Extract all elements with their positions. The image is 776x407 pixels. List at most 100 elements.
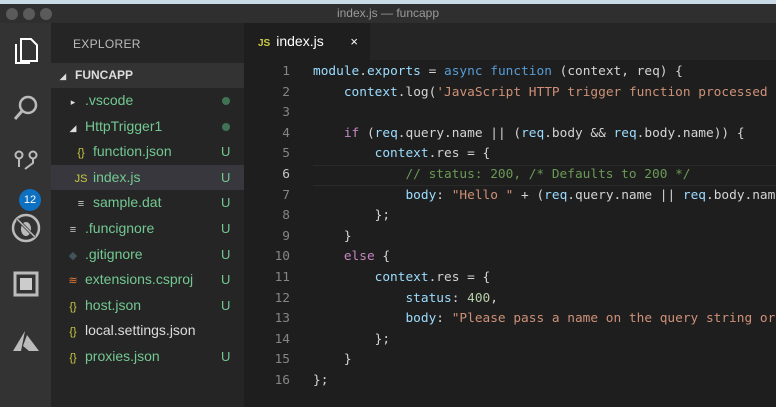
code-line: // status: 200, /* Defaults to 200 */ — [313, 165, 691, 186]
tree-item[interactable]: {} function.json U — [51, 139, 244, 164]
js-icon: JS — [74, 172, 88, 185]
tree-item[interactable]: ≡ .funcignore U — [51, 216, 244, 241]
tree-item[interactable]: ◢ HttpTrigger1 — [51, 114, 244, 139]
explorer-root-funcapp[interactable]: ◢ FUNCAPP — [51, 63, 244, 88]
code-token: exports — [366, 64, 421, 79]
tree-item[interactable]: {} local.settings.json — [51, 318, 244, 343]
tree-item[interactable]: {} proxies.json U — [51, 344, 244, 369]
modified-dot — [222, 122, 230, 131]
tree-item-label: .gitignore — [85, 245, 143, 262]
code-token: .body.nam — [706, 187, 776, 203]
line-number: 10 — [274, 249, 290, 265]
code-token: , — [490, 290, 498, 306]
line-number: 12 — [274, 290, 290, 306]
files-icon[interactable] — [0, 28, 51, 74]
search-icon[interactable] — [0, 85, 51, 131]
azure-icon[interactable] — [0, 319, 51, 365]
code-token: : — [451, 290, 468, 306]
code-token: }; — [313, 373, 329, 388]
tree-item[interactable]: ▸ .vscode — [51, 88, 244, 113]
tab-index-js[interactable]: JS index.js × — [244, 23, 370, 60]
git-status: U — [221, 246, 231, 262]
code-token: body — [405, 311, 437, 327]
close-tab-icon[interactable]: × — [350, 23, 358, 60]
code-line: status: 400, — [313, 289, 498, 310]
code-token: = — [420, 64, 445, 79]
json-icon: {} — [77, 147, 85, 160]
json-icon: {} — [69, 300, 77, 313]
js-icon: JS — [258, 38, 271, 49]
source-control-icon[interactable] — [0, 140, 51, 186]
code-line: } — [313, 350, 352, 371]
file-lines-icon: ≡ — [77, 198, 85, 211]
code-line: } — [313, 227, 352, 248]
tree-item-label: index.js — [93, 168, 141, 185]
tree-item-label: sample.dat — [93, 194, 162, 211]
tree-item[interactable]: ◆ .gitignore U — [51, 242, 244, 267]
code-token: : — [436, 187, 452, 203]
code-line: body: "Please pass a name on the query s… — [313, 309, 775, 330]
code-token: // status: 200, /* Defaults to 200 */ — [405, 167, 691, 182]
git-status: U — [221, 297, 231, 313]
window-title: index.js — funcapp — [336, 6, 440, 20]
code-token: .res = { — [428, 146, 491, 162]
json-icon: {} — [69, 326, 77, 339]
extensions-icon[interactable] — [0, 261, 51, 307]
code-token: . — [359, 64, 367, 79]
code-token: context — [343, 84, 398, 100]
code-token: ( — [359, 125, 375, 141]
tree-item[interactable]: {} host.json U — [51, 293, 244, 318]
line-number: 2 — [282, 84, 290, 100]
code-token: .query.name || — [567, 187, 683, 203]
chevron-right-icon: ▸ — [70, 97, 76, 107]
code-token: body — [405, 187, 437, 203]
close-window-button[interactable] — [6, 8, 18, 20]
rss-icon: ≋ — [68, 275, 78, 288]
code-line: }; — [313, 330, 390, 351]
chevron-down-icon: ◢ — [59, 72, 67, 81]
code-token: context — [374, 146, 429, 162]
code-line: module.exports = async function (context… — [313, 62, 683, 83]
tree-item[interactable]: ≋ extensions.csproj U — [51, 267, 244, 292]
code-token: status — [405, 290, 452, 306]
line-number: 13 — [274, 311, 290, 327]
tree-item-label: .funcignore — [85, 220, 155, 236]
modified-dot — [222, 97, 230, 105]
code-token: module — [313, 64, 360, 79]
line-number: 9 — [282, 228, 290, 244]
tree-item-label: .vscode — [85, 92, 134, 108]
code-token: context — [374, 270, 429, 285]
debug-icon[interactable] — [0, 205, 51, 251]
code-token: 'JavaScript HTTP trigger function proces… — [436, 84, 768, 100]
activity-bar: 12 — [0, 23, 51, 407]
line-number: 3 — [282, 105, 290, 121]
code-token: "Please pass a name on the query string … — [451, 311, 776, 327]
line-number: 1 — [282, 64, 290, 79]
code-token: { — [374, 249, 391, 265]
maximize-window-button[interactable] — [40, 8, 52, 20]
tree-item[interactable]: ≡ sample.dat U — [51, 190, 244, 215]
tree-item-label: local.settings.json — [85, 322, 196, 339]
tree-item-label: proxies.json — [85, 348, 160, 364]
tree-item-label: extensions.csproj — [85, 271, 194, 288]
code-line: context.log('JavaScript HTTP trigger fun… — [313, 83, 768, 104]
code-line: if (req.query.name || (req.body && req.b… — [313, 124, 745, 145]
file-lines-icon: ≡ — [69, 224, 77, 236]
code-token: "Hello " — [451, 187, 514, 203]
code-token: else — [343, 249, 375, 265]
line-number: 16 — [274, 373, 290, 388]
code-token: }; — [313, 208, 391, 224]
tab-bar: JS index.js × — [244, 23, 776, 60]
chevron-down-icon: ◢ — [69, 122, 77, 133]
code-token: : — [436, 311, 452, 327]
line-number: 7 — [282, 187, 290, 203]
git-status: U — [221, 144, 231, 160]
code-token: + ( — [513, 187, 545, 203]
code-token: req — [544, 187, 568, 203]
code-token: req — [613, 125, 637, 141]
tree-item[interactable]: JS index.js U — [51, 164, 244, 190]
minimize-window-button[interactable] — [23, 8, 35, 20]
